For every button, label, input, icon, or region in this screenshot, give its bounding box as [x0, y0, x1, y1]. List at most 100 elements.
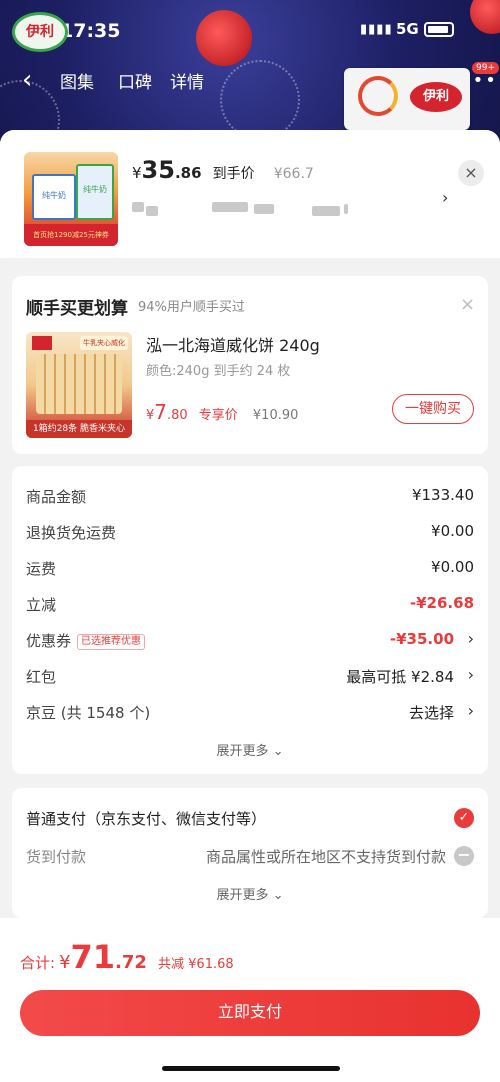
- expand-label: 展开更多: [216, 888, 269, 903]
- cod-unavailable-note: 商品属性或所在地区不支持货到付款: [205, 848, 446, 866]
- fee-row-goods-amount: 商品金额 ¥133.40: [26, 486, 474, 510]
- chevron-right-icon[interactable]: ›: [468, 701, 474, 720]
- fee-label: 商品金额: [26, 488, 87, 506]
- fee-value: -¥26.68: [409, 594, 474, 612]
- total-integer: 71: [70, 938, 116, 976]
- fee-row-red-packet[interactable]: 红包 最高可抵 ¥2.84 ›: [26, 665, 474, 690]
- payment-option-label: 货到付款: [26, 848, 87, 866]
- coupon-tag: 已选推荐优惠: [77, 634, 146, 650]
- fee-label: 退换货免运费: [26, 524, 117, 542]
- recommend-card: 顺手买更划算 94%用户顺手买过 × 牛乳夹心威化 1箱约28条 脆香米夹心 泓…: [12, 276, 488, 454]
- payment-option-cod: 货到付款 商品属性或所在地区不支持货到付款 −: [26, 846, 474, 868]
- disabled-icon: −: [454, 846, 474, 866]
- fee-label: 京豆 (共 1548 个): [26, 704, 151, 722]
- payment-option-label: 普通支付（京东支付、微信支付等）: [26, 810, 267, 828]
- product-price-row: ¥35.86 到手价 ¥66.7: [132, 156, 314, 186]
- fee-row-return-shipping: 退换货免运费 ¥0.00: [26, 522, 474, 546]
- fee-label: 运费: [26, 560, 57, 578]
- home-indicator[interactable]: [162, 1066, 340, 1071]
- status-time: 17:35: [60, 20, 121, 42]
- thumbnail-caption: 首页抢1290减25元神券: [24, 224, 118, 246]
- price-tag: 专享价: [198, 408, 238, 423]
- recommend-thumbnail[interactable]: 牛乳夹心威化 1箱约28条 脆香米夹心: [26, 332, 132, 438]
- expand-more-button[interactable]: 展开更多 ⌄: [12, 740, 488, 759]
- milk-box-image: 纯牛奶: [32, 174, 76, 220]
- total-saved: 共减 ¥61.68: [158, 957, 234, 972]
- price-integer: 35: [141, 156, 175, 184]
- brand-logo: 伊利: [12, 12, 68, 52]
- chevron-down-icon: ⌄: [272, 744, 284, 759]
- olympic-emblem-icon: [358, 76, 398, 116]
- fee-row-jd-beans[interactable]: 京豆 (共 1548 个) 去选择 ›: [26, 701, 474, 726]
- chevron-down-icon: ⌄: [272, 888, 284, 903]
- tab-reviews[interactable]: 口碑: [118, 68, 152, 93]
- price-symbol: ¥: [132, 164, 142, 182]
- olympic-sponsor-card: 伊利: [344, 68, 470, 130]
- close-icon[interactable]: ×: [460, 294, 475, 315]
- chevron-right-icon[interactable]: ›: [442, 188, 448, 207]
- blurred-text: [254, 204, 274, 214]
- fee-row-instant-discount: 立减 -¥26.68: [26, 594, 474, 618]
- cart-badge: 99+: [472, 62, 499, 74]
- checkout-bottom-bar: 合计: ¥71.72 共减 ¥61.68 立即支付: [0, 918, 500, 1082]
- product-thumbnail[interactable]: 纯牛奶 纯牛奶 首页抢1290减25元神券: [24, 152, 118, 246]
- price-decimal: .80: [167, 408, 188, 423]
- blurred-text: [344, 204, 348, 214]
- blurred-text: [212, 202, 248, 212]
- signal-icon: ▮▮▮▮: [360, 22, 393, 37]
- thumbnail-header: 牛乳夹心威化: [80, 336, 128, 350]
- total-decimal: .72: [115, 952, 147, 973]
- expand-more-button[interactable]: 展开更多 ⌄: [12, 884, 488, 903]
- fee-label: 红包: [26, 668, 57, 686]
- total-symbol: ¥: [59, 952, 71, 973]
- tab-gallery[interactable]: 图集: [60, 68, 94, 93]
- original-price: ¥66.7: [273, 166, 314, 182]
- fee-value: -¥35.00: [389, 630, 454, 648]
- recommend-subtitle: 94%用户顺手买过: [138, 300, 245, 315]
- thumbnail-caption: 1箱约28条 脆香米夹心: [26, 420, 132, 438]
- milk-box-image: 纯牛奶: [76, 164, 114, 220]
- fee-value: 去选择: [408, 704, 454, 722]
- pay-now-button[interactable]: 立即支付: [20, 990, 480, 1036]
- one-click-buy-button[interactable]: 一键购买: [392, 394, 474, 424]
- recommend-product-name[interactable]: 泓一北海道威化饼 240g: [146, 332, 320, 356]
- back-icon[interactable]: ‹: [22, 66, 32, 94]
- expand-label: 展开更多: [216, 744, 269, 759]
- blurred-text: [132, 202, 144, 212]
- original-price: ¥10.90: [252, 408, 299, 423]
- fee-value: ¥0.00: [431, 558, 474, 576]
- blurred-text: [312, 206, 340, 216]
- price-decimal: .86: [174, 164, 202, 182]
- brand-mini-logo: [32, 336, 52, 350]
- blurred-text: [146, 206, 158, 216]
- check-icon[interactable]: ✓: [454, 808, 474, 828]
- close-icon[interactable]: ×: [458, 160, 484, 186]
- fee-value: 最高可抵 ¥2.84: [346, 668, 454, 686]
- network-type: 5G: [396, 20, 419, 38]
- fee-row-shipping: 运费 ¥0.00: [26, 558, 474, 582]
- total-label: 合计:: [20, 954, 56, 972]
- fee-row-coupon[interactable]: 优惠券 已选推荐优惠 -¥35.00 ›: [26, 629, 474, 654]
- wafer-image: [36, 354, 122, 414]
- fee-value: ¥0.00: [431, 522, 474, 540]
- chevron-right-icon[interactable]: ›: [468, 665, 474, 684]
- tab-details[interactable]: 详情: [170, 68, 204, 93]
- order-total: 合计: ¥71.72 共减 ¥61.68: [20, 938, 234, 976]
- fee-summary-card: 商品金额 ¥133.40 退换货免运费 ¥0.00 运费 ¥0.00 立减 -¥…: [12, 466, 488, 774]
- chevron-right-icon[interactable]: ›: [468, 629, 474, 648]
- fee-value: ¥133.40: [411, 486, 474, 504]
- fee-label: 优惠券: [26, 632, 72, 650]
- product-summary: 纯牛奶 纯牛奶 首页抢1290减25元神券 ¥35.86 到手价 ¥66.7 ›: [0, 130, 500, 258]
- milk-box-label: 纯牛奶: [42, 191, 66, 200]
- battery-icon: [424, 22, 454, 37]
- fee-label: 立减: [26, 596, 57, 614]
- price-label: 到手价: [212, 166, 255, 182]
- payment-option-normal[interactable]: 普通支付（京东支付、微信支付等） ✓: [26, 808, 474, 830]
- price-integer: 7: [154, 400, 168, 424]
- address-info-blurred[interactable]: [132, 196, 432, 220]
- recommend-title: 顺手买更划算: [26, 299, 128, 319]
- recommend-product-spec: 颜色:240g 到手约 24 枚: [146, 364, 291, 379]
- milk-box-label: 纯牛奶: [83, 185, 107, 194]
- yili-logo: 伊利: [410, 82, 462, 112]
- recommend-price: ¥7.80 专享价 ¥10.90: [146, 400, 298, 424]
